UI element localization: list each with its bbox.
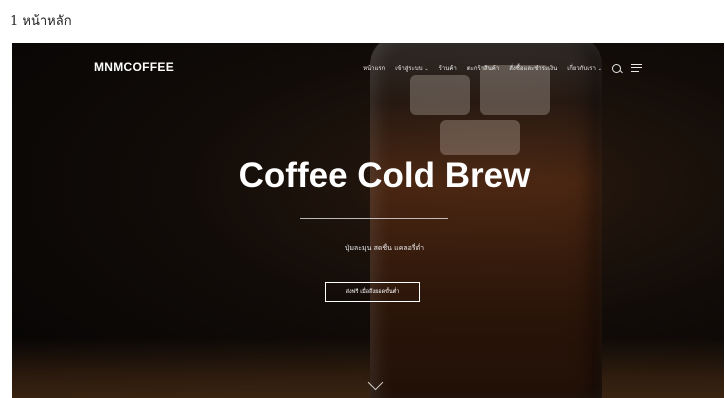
- document-caption: 1 หน้าหลัก: [10, 14, 72, 29]
- nav-item-checkout[interactable]: สั่งซื้อและชำระเงิน: [509, 63, 557, 73]
- site-header: MNMCOFFEE หน้าแรก เข้าสู่ระบบ ⌄ ร้านค้า …: [12, 43, 724, 91]
- nav-item-shop[interactable]: ร้านค้า: [439, 63, 457, 73]
- website-hero-screenshot: MNMCOFFEE หน้าแรก เข้าสู่ระบบ ⌄ ร้านค้า …: [12, 43, 724, 398]
- chevron-down-icon: ⌄: [424, 66, 429, 72]
- site-logo[interactable]: MNMCOFFEE: [94, 60, 174, 74]
- hero-title: Coffee Cold Brew: [238, 156, 531, 195]
- nav-item-login[interactable]: เข้าสู่ระบบ ⌄: [395, 63, 428, 73]
- main-navigation: หน้าแรก เข้าสู่ระบบ ⌄ ร้านค้า ตะกร้าสินค…: [363, 63, 642, 73]
- nav-item-cart[interactable]: ตะกร้าสินค้า: [467, 63, 500, 73]
- nav-item-label: เกี่ยวกับเรา: [567, 65, 596, 72]
- menu-icon[interactable]: [631, 64, 642, 72]
- search-icon[interactable]: [612, 63, 621, 73]
- chevron-down-icon: ⌄: [597, 66, 602, 72]
- cold-brew-jar-image: [370, 43, 602, 398]
- ice-cube: [440, 120, 520, 155]
- nav-item-label: เข้าสู่ระบบ: [395, 65, 423, 72]
- table-surface: [12, 338, 724, 398]
- hero-divider: [300, 218, 448, 219]
- free-shipping-button[interactable]: ส่งฟรี เมื่อถึงยอดขั้นต่ำ: [325, 282, 420, 302]
- hero-subtitle: ปุ่มละมุน สดชื่น แคลอรี่ต่ำ: [344, 244, 425, 252]
- nav-item-home[interactable]: หน้าแรก: [363, 63, 385, 73]
- nav-item-about[interactable]: เกี่ยวกับเรา ⌄: [567, 63, 602, 73]
